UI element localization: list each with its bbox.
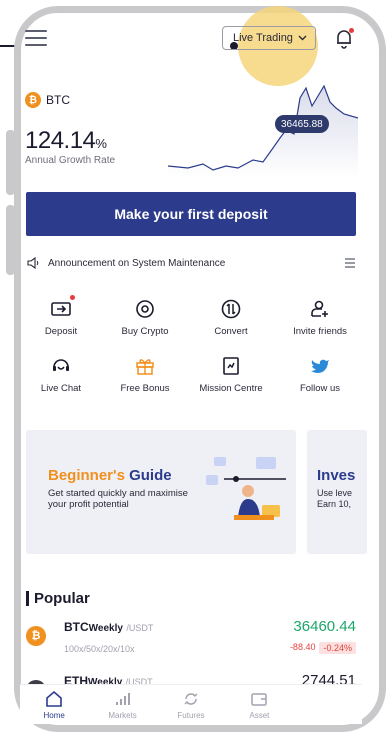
home-icon	[46, 690, 62, 707]
markets-icon	[115, 692, 130, 705]
pair-change-abs: -88.40	[289, 642, 316, 652]
action-convert[interactable]: Convert	[190, 298, 272, 337]
pair-change: -88.40 -0.24%	[290, 642, 356, 654]
chevron-down-icon	[298, 35, 307, 41]
pair-weekly: Weekly	[88, 623, 123, 634]
quick-actions-grid: Deposit Buy Crypto Convert Invite friend…	[22, 295, 368, 394]
pair-leverage: 100x/50x/20x/10x	[64, 644, 135, 654]
pair-base: BTC	[64, 620, 89, 634]
banner-subtitle: Get started quickly and maximise your pr…	[48, 488, 188, 510]
action-invite-friends[interactable]: Invite friends	[272, 298, 368, 337]
popular-section-title: Popular	[26, 590, 90, 607]
trading-mode-selector[interactable]: Live Trading	[222, 26, 316, 50]
action-live-chat[interactable]: Live Chat	[22, 355, 100, 394]
banner-title: Inves	[317, 467, 356, 484]
banner-subtitle-line: Use leve	[317, 488, 353, 498]
action-mission-centre[interactable]: Mission Centre	[190, 355, 272, 394]
btc-sparkline	[168, 84, 358, 178]
action-label: Live Chat	[40, 383, 82, 394]
tab-futures[interactable]: Futures	[157, 685, 225, 724]
tab-asset[interactable]: Asset	[225, 685, 293, 724]
phone-side-button	[6, 130, 15, 195]
action-label: Invite friends	[293, 326, 347, 337]
tab-label: Futures	[177, 710, 205, 720]
hero-coin-label: BTC	[46, 93, 70, 107]
action-label: Deposit	[44, 326, 78, 337]
action-buy-crypto[interactable]: Buy Crypto	[100, 298, 190, 337]
growth-rate-unit: %	[95, 136, 107, 151]
buy-crypto-icon	[134, 298, 156, 320]
action-label: Convert	[214, 326, 248, 337]
wallet-icon	[251, 692, 268, 706]
notification-dot	[349, 28, 354, 33]
hero-coin: ₿ BTC	[25, 92, 70, 108]
action-label: Mission Centre	[199, 383, 263, 394]
speaker-icon	[27, 256, 39, 270]
tab-label: Asset	[249, 710, 270, 720]
banner-subtitle: Use leve Earn 10,	[317, 488, 352, 510]
trading-mode-label: Live Trading	[233, 32, 293, 44]
notification-dot	[70, 295, 75, 300]
announcement-bar[interactable]: Announcement on System Maintenance	[26, 254, 356, 272]
phone-side-button	[6, 205, 15, 275]
futures-icon	[184, 692, 198, 705]
bell-icon[interactable]	[332, 26, 356, 50]
banner-title-part: Guide	[124, 467, 172, 484]
action-label: Follow us	[299, 383, 341, 394]
deposit-icon	[50, 295, 75, 320]
invest-banner[interactable]: Inves Use leve Earn 10,	[307, 430, 367, 554]
pair-quote: /USDT	[126, 623, 154, 633]
action-label: Free Bonus	[120, 383, 170, 394]
growth-rate-label: Annual Growth Rate	[25, 155, 116, 166]
growth-rate: 124.14%	[25, 127, 107, 155]
action-free-bonus[interactable]: Free Bonus	[100, 355, 190, 394]
banner-title: Beginner's Guide	[48, 467, 172, 484]
price-tag: 36465.88	[275, 115, 329, 133]
bitcoin-icon: ₿	[26, 626, 46, 646]
tab-label: Home	[43, 710, 65, 720]
announcement-text: Announcement on System Maintenance	[48, 257, 226, 269]
pair-name: BTCWeekly /USDT	[64, 620, 153, 634]
pair-change-pct: -0.24%	[319, 642, 356, 654]
beginners-guide-banner[interactable]: Beginner's Guide Get started quickly and…	[26, 430, 296, 554]
first-deposit-button[interactable]: Make your first deposit	[26, 192, 356, 236]
tab-label: Markets	[108, 710, 137, 720]
banner-title-part: Beginner's	[48, 467, 125, 484]
twitter-icon	[309, 355, 331, 377]
action-deposit[interactable]: Deposit	[22, 295, 100, 337]
guide-illustration	[206, 457, 286, 520]
bottom-tab-bar: Home Markets Futures Asset	[20, 684, 362, 724]
growth-rate-value: 124.14	[25, 127, 96, 154]
action-label: Buy Crypto	[121, 326, 169, 337]
mission-icon	[220, 355, 242, 377]
list-icon[interactable]	[344, 257, 356, 269]
hamburger-icon[interactable]	[25, 30, 47, 46]
bitcoin-icon: ₿	[25, 92, 41, 108]
tab-home[interactable]: Home	[20, 685, 88, 724]
convert-icon	[220, 298, 242, 320]
action-follow-us[interactable]: Follow us	[272, 355, 368, 394]
tab-markets[interactable]: Markets	[88, 685, 156, 724]
popular-title: Popular	[34, 590, 90, 607]
gift-icon	[134, 355, 156, 377]
invite-icon	[309, 298, 331, 320]
pair-price: 36460.44	[293, 618, 356, 635]
live-chat-icon	[50, 355, 72, 377]
banner-subtitle-line: Earn 10,	[317, 499, 352, 509]
